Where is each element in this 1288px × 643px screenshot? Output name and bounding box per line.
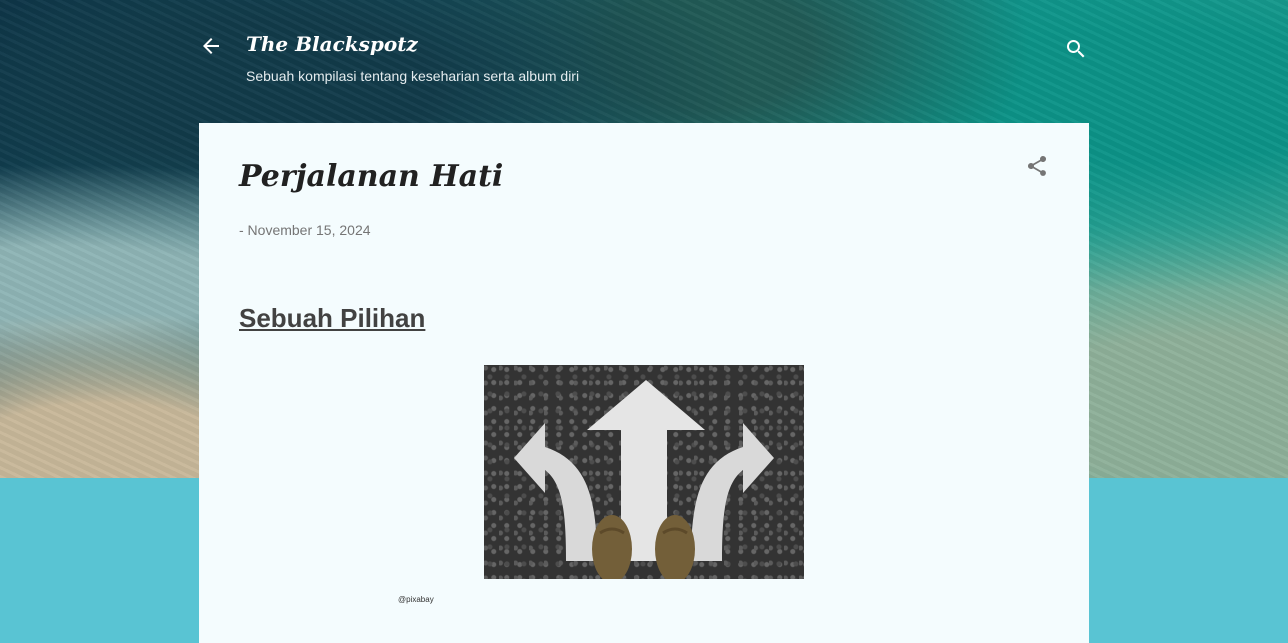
share-button[interactable] [1025, 154, 1049, 178]
post-card: Perjalanan Hati - November 15, 2024 Sebu… [199, 123, 1089, 643]
post-date-link[interactable]: - November 15, 2024 [239, 222, 371, 238]
blog-description: Sebuah kompilasi tentang keseharian sert… [246, 68, 580, 84]
blog-title[interactable]: The Blackspotz [246, 32, 418, 56]
arrow-back-icon [203, 38, 219, 54]
share-icon [1027, 155, 1047, 176]
blog-header: The Blackspotz Sebuah kompilasi tentang … [199, 30, 1089, 90]
back-button[interactable] [199, 34, 223, 58]
search-button[interactable] [1064, 37, 1088, 61]
post-image-arrows-choice[interactable] [484, 365, 804, 579]
post-title: Perjalanan Hati [239, 159, 504, 194]
section-heading: Sebuah Pilihan [239, 303, 426, 333]
arrows-illustration [514, 380, 774, 579]
image-caption: @pixabay [398, 595, 434, 604]
search-icon [1067, 40, 1085, 58]
